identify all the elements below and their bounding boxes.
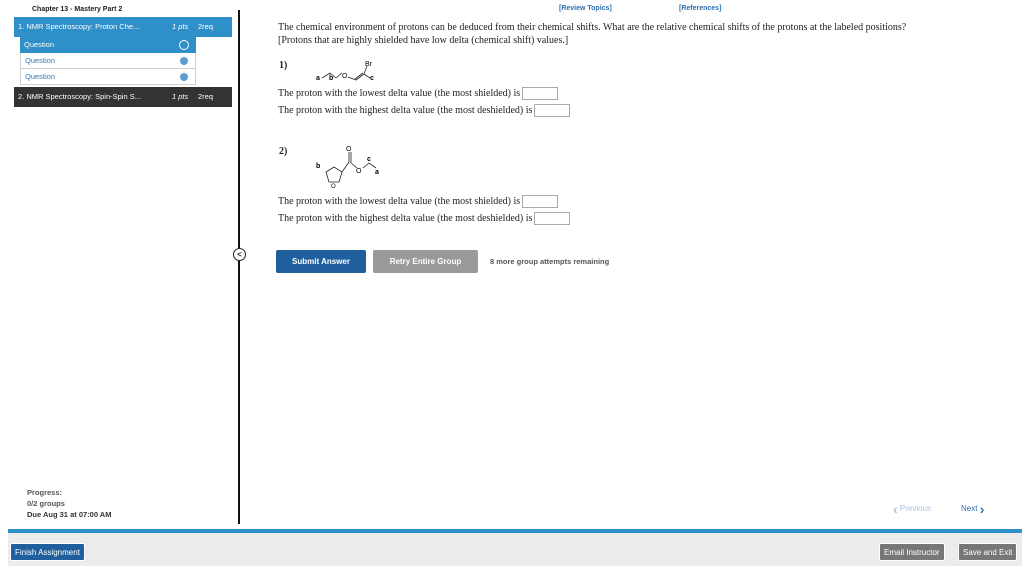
collapse-sidebar-button[interactable]: < bbox=[233, 248, 246, 261]
progress-value: 0/2 groups bbox=[27, 499, 65, 508]
status-circle-icon bbox=[179, 56, 189, 66]
progress-panel: Progress: 0/2 groups Due Aug 31 at 07:00… bbox=[27, 487, 111, 520]
part-1-lowest-input[interactable] bbox=[522, 87, 559, 101]
part-2-highest-input[interactable] bbox=[534, 212, 571, 226]
sidebar-question-1[interactable]: Question bbox=[20, 37, 196, 53]
chevron-left-icon: ‹ bbox=[893, 501, 898, 517]
status-circle-icon bbox=[179, 40, 189, 50]
question-label: Question bbox=[24, 40, 55, 49]
references-link[interactable]: [References] bbox=[679, 5, 721, 12]
question-prompt: The chemical environment of protons can … bbox=[278, 21, 978, 47]
finish-assignment-button[interactable]: Finish Assignment bbox=[10, 543, 85, 561]
molecule-1-structure: a b O Br c bbox=[316, 61, 374, 82]
part-1-highest-row: The proton with the highest delta value … bbox=[278, 104, 571, 118]
molecule-2-structure: b O O O c a bbox=[316, 146, 379, 190]
part-1-highest-input[interactable] bbox=[534, 104, 571, 118]
group-title: 1. NMR Spectroscopy: Proton Che... bbox=[18, 22, 140, 31]
retry-group-button[interactable]: Retry Entire Group bbox=[373, 250, 478, 273]
save-and-exit-button[interactable]: Save and Exit bbox=[958, 543, 1018, 561]
group-points: 1 pts bbox=[172, 22, 189, 31]
label-b: b bbox=[316, 163, 320, 170]
attempts-remaining: 8 more group attempts remaining bbox=[490, 257, 610, 266]
group-points: 1 pts bbox=[172, 92, 189, 101]
part-2-label: 2) bbox=[279, 146, 288, 157]
part-1-highest-prompt: The proton with the highest delta value … bbox=[278, 105, 533, 116]
footer-bar bbox=[8, 533, 1022, 566]
question-line-1: The chemical environment of protons can … bbox=[278, 22, 907, 33]
part-2-lowest-prompt: The proton with the lowest delta value (… bbox=[278, 196, 521, 207]
label-a: a bbox=[316, 75, 320, 82]
sidebar-group-2[interactable]: 2. NMR Spectroscopy: Spin-Spin S... 1 pt… bbox=[14, 87, 232, 107]
label-o-ring: O bbox=[331, 184, 336, 190]
next-button[interactable]: Next › bbox=[961, 501, 984, 517]
part-1-label: 1) bbox=[279, 60, 288, 71]
label-a: a bbox=[375, 169, 379, 176]
group-requirement: 2req bbox=[198, 92, 214, 101]
part-2-lowest-input[interactable] bbox=[522, 195, 559, 209]
question-line-2: [Protons that are highly shielded have l… bbox=[278, 35, 569, 46]
group-requirement: 2req bbox=[198, 22, 214, 31]
sidebar-divider bbox=[238, 10, 240, 524]
label-c: c bbox=[367, 156, 371, 163]
part-1-lowest-prompt: The proton with the lowest delta value (… bbox=[278, 88, 521, 99]
assignment-title: Chapter 13 - Mastery Part 2 bbox=[32, 6, 123, 13]
part-2-highest-prompt: The proton with the highest delta value … bbox=[278, 213, 533, 224]
previous-button[interactable]: ‹ Previous bbox=[893, 501, 931, 517]
next-label: Next bbox=[961, 504, 978, 514]
label-br: Br bbox=[365, 61, 373, 68]
chevron-right-icon: › bbox=[979, 501, 985, 517]
due-date: Due Aug 31 at 07:00 AM bbox=[27, 510, 112, 519]
previous-label: Previous bbox=[899, 504, 932, 514]
submit-answer-button[interactable]: Submit Answer bbox=[276, 250, 366, 273]
sidebar-question-2[interactable]: Question bbox=[20, 53, 196, 69]
label-c: c bbox=[370, 75, 374, 82]
email-instructor-button[interactable]: Email Instructor bbox=[879, 543, 945, 561]
sidebar-question-3[interactable]: Question bbox=[20, 69, 196, 85]
review-topics-link[interactable]: [Review Topics] bbox=[559, 5, 612, 12]
question-label: Question bbox=[25, 56, 56, 65]
group-title: 2. NMR Spectroscopy: Spin-Spin S... bbox=[18, 92, 141, 101]
question-label: Question bbox=[25, 72, 56, 81]
label-o: O bbox=[342, 73, 348, 80]
label-o-ester: O bbox=[356, 168, 362, 175]
part-2-highest-row: The proton with the highest delta value … bbox=[278, 212, 571, 226]
part-2-lowest-row: The proton with the lowest delta value (… bbox=[278, 195, 559, 209]
label-b: b bbox=[329, 75, 333, 82]
status-circle-icon bbox=[179, 72, 189, 82]
label-o-carbonyl: O bbox=[346, 146, 352, 153]
progress-label: Progress: bbox=[27, 488, 63, 497]
part-1-lowest-row: The proton with the lowest delta value (… bbox=[278, 87, 559, 101]
sidebar-group-1[interactable]: 1. NMR Spectroscopy: Proton Che... 1 pts… bbox=[14, 17, 232, 37]
